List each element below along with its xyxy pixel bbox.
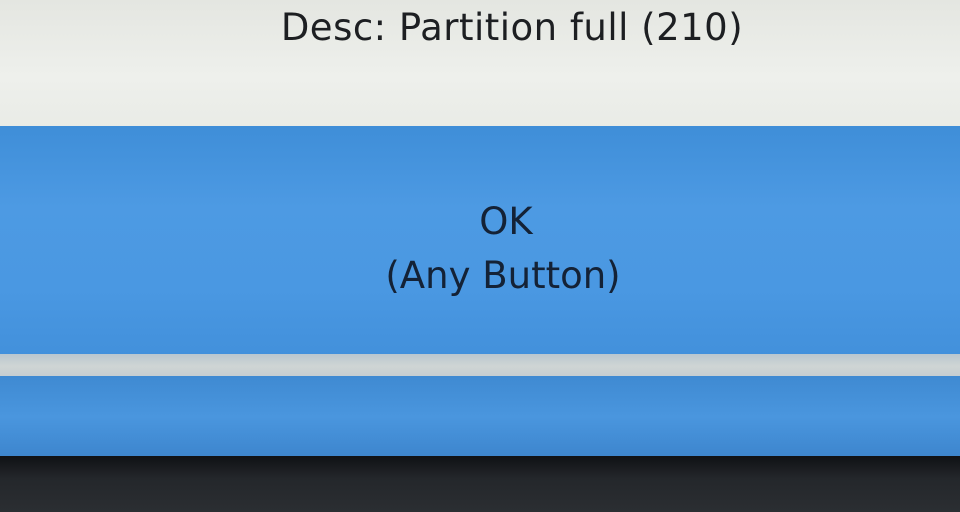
error-description-panel: Desc: Partition full (210) [0,0,960,128]
ok-button-label: OK [479,200,533,243]
screen-bezel [0,456,960,512]
error-description: Desc: Partition full (210) [280,6,744,49]
error-screen: Desc: Partition full (210) OK (Any Butto… [0,0,960,512]
ok-button-hint: (Any Button) [385,254,621,297]
divider [0,354,960,378]
bottom-bar [0,376,960,458]
ok-button[interactable]: OK (Any Button) [0,126,960,358]
